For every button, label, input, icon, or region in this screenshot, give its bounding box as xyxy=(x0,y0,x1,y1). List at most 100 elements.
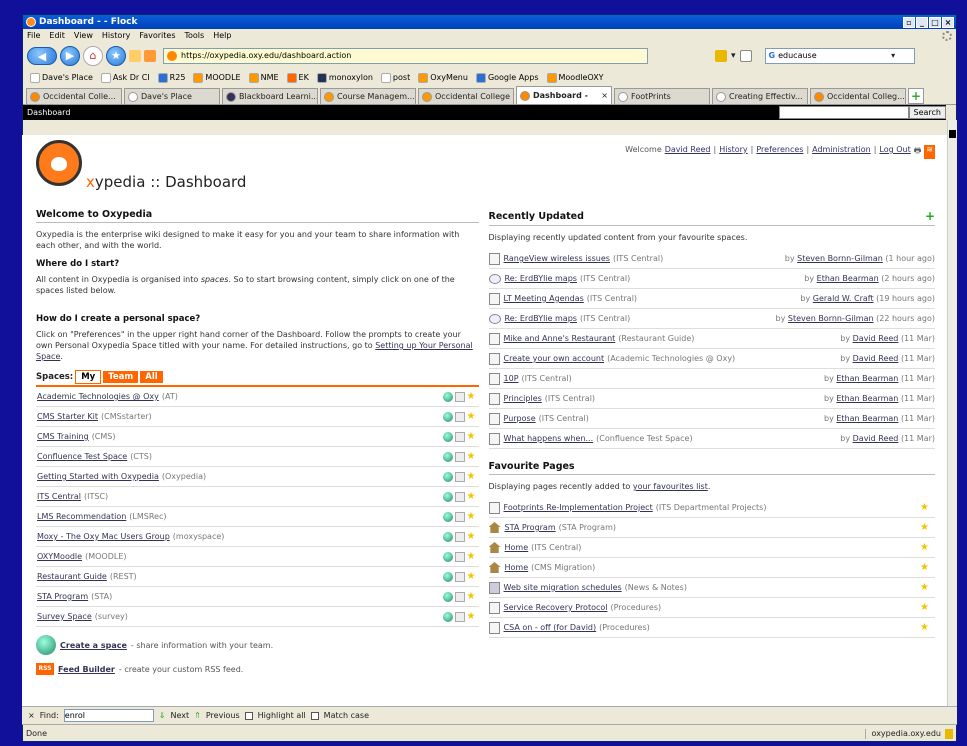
favourite-page-link[interactable]: Service Recovery Protocol xyxy=(504,603,608,612)
add-page-icon[interactable] xyxy=(454,491,465,502)
globe-icon[interactable] xyxy=(442,391,453,402)
bookmark-item[interactable]: monoxylon xyxy=(314,72,376,83)
menu-item-view[interactable]: View xyxy=(74,31,93,40)
recent-page-link[interactable]: RangeView wireless issues xyxy=(504,254,610,263)
people-button[interactable]: ★ xyxy=(106,45,126,66)
add-page-icon[interactable] xyxy=(454,531,465,542)
dropdown-icon[interactable]: ▾ xyxy=(731,51,736,61)
browser-tab[interactable]: Dashboard - × xyxy=(516,86,612,104)
star-icon[interactable]: ★ xyxy=(467,611,477,622)
globe-icon[interactable] xyxy=(442,611,453,622)
bookmark-item[interactable]: Dave's Place xyxy=(27,72,96,83)
add-page-icon[interactable] xyxy=(454,471,465,482)
add-icon[interactable]: + xyxy=(925,209,935,223)
find-previous-button[interactable]: Previous xyxy=(206,711,240,720)
globe-icon[interactable] xyxy=(442,431,453,442)
recent-page-link[interactable]: 10P xyxy=(504,374,519,383)
globe-icon[interactable] xyxy=(442,411,453,422)
tab-my[interactable]: My xyxy=(75,370,102,384)
bookmark-item[interactable]: Google Apps xyxy=(473,72,542,83)
author-link[interactable]: Steven Bornn-Gilman xyxy=(788,314,874,323)
add-page-icon[interactable] xyxy=(454,431,465,442)
bookmark-item[interactable]: OxyMenu xyxy=(415,72,471,83)
user-link[interactable]: David Reed xyxy=(665,145,711,159)
star-icon[interactable]: ★ xyxy=(467,531,477,542)
space-link[interactable]: Restaurant Guide xyxy=(37,572,107,581)
feed-icon[interactable] xyxy=(144,49,156,62)
forward-button[interactable]: ▶ xyxy=(60,45,80,66)
favourite-page-link[interactable]: Home xyxy=(505,543,529,552)
globe-icon[interactable] xyxy=(442,451,453,462)
star-icon[interactable]: ★ xyxy=(920,542,929,553)
recent-page-link[interactable]: Purpose xyxy=(504,414,536,423)
menu-item-help[interactable]: Help xyxy=(213,31,231,40)
url-input[interactable] xyxy=(181,51,601,60)
browser-tab[interactable]: Occidental College xyxy=(418,88,514,104)
recent-page-link[interactable]: What happens when... xyxy=(504,434,594,443)
menu-item-edit[interactable]: Edit xyxy=(49,31,65,40)
favourite-page-link[interactable]: Footprints Re-Implementation Project xyxy=(504,503,653,512)
recent-page-link[interactable]: LT Meeting Agendas xyxy=(504,294,584,303)
restore-icon[interactable]: ▫ xyxy=(903,16,915,28)
home-button[interactable]: ⌂ xyxy=(83,45,103,66)
globe-icon[interactable] xyxy=(442,551,453,562)
star-page-icon[interactable] xyxy=(739,49,752,62)
menu-item-history[interactable]: History xyxy=(102,31,130,40)
bookmark-item[interactable]: EK xyxy=(284,72,312,83)
star-icon[interactable]: ★ xyxy=(467,411,477,422)
author-link[interactable]: David Reed xyxy=(853,434,899,443)
space-link[interactable]: Academic Technologies @ Oxy xyxy=(37,392,159,401)
bookmark-item[interactable]: Ask Dr CI xyxy=(98,72,153,83)
tab-close-icon[interactable]: × xyxy=(601,91,608,100)
favourite-page-link[interactable]: Web site migration schedules xyxy=(504,583,622,592)
space-link[interactable]: Getting Started with Oxypedia xyxy=(37,472,159,481)
browser-tab[interactable]: Occidental Colleg... xyxy=(810,88,906,104)
find-input[interactable] xyxy=(63,709,154,722)
space-link[interactable]: OXYMoodle xyxy=(37,552,82,561)
bookmark-item[interactable]: MoodleOXY xyxy=(544,72,607,83)
web-search[interactable]: G ▾ xyxy=(764,47,915,64)
star-icon[interactable]: ★ xyxy=(920,502,929,513)
bookmark-item[interactable]: NME xyxy=(246,72,282,83)
space-link[interactable]: ITS Central xyxy=(37,492,81,501)
star-icon[interactable]: ★ xyxy=(920,562,929,573)
star-icon[interactable]: ★ xyxy=(467,551,477,562)
favourite-page-link[interactable]: STA Program xyxy=(505,523,556,532)
close-button[interactable]: × xyxy=(942,16,954,28)
author-link[interactable]: Ethan Bearman xyxy=(817,274,879,283)
logout-link[interactable]: Log Out xyxy=(879,145,910,159)
star-icon[interactable]: ★ xyxy=(467,591,477,602)
new-tab-button[interactable]: + xyxy=(908,88,924,104)
space-link[interactable]: STA Program xyxy=(37,592,88,601)
add-page-icon[interactable] xyxy=(454,511,465,522)
globe-icon[interactable] xyxy=(442,591,453,602)
star-icon[interactable]: ★ xyxy=(467,571,477,582)
star-icon[interactable]: ★ xyxy=(467,511,477,522)
add-page-icon[interactable] xyxy=(454,411,465,422)
favourites-list-link[interactable]: your favourites list xyxy=(633,482,708,491)
recent-page-link[interactable]: Principles xyxy=(504,394,542,403)
add-page-icon[interactable] xyxy=(454,551,465,562)
print-icon[interactable]: 🖶 xyxy=(914,145,922,159)
globe-icon[interactable] xyxy=(442,511,453,522)
space-link[interactable]: Moxy - The Oxy Mac Users Group xyxy=(37,532,170,541)
space-link[interactable]: CMS Starter Kit xyxy=(37,412,98,421)
bookmark-item[interactable]: R25 xyxy=(155,72,189,83)
star-icon[interactable]: ★ xyxy=(467,451,477,462)
chevron-down-icon[interactable]: ▾ xyxy=(891,51,895,60)
globe-icon[interactable] xyxy=(442,571,453,582)
author-link[interactable]: Ethan Bearman xyxy=(836,414,898,423)
browser-tab[interactable]: FootPrints xyxy=(614,88,710,104)
wiki-search-input[interactable] xyxy=(778,106,909,119)
menu-item-favorites[interactable]: Favorites xyxy=(139,31,175,40)
rss-icon[interactable]: ≋ xyxy=(924,145,935,159)
author-link[interactable]: Ethan Bearman xyxy=(836,394,898,403)
tab-team[interactable]: Team xyxy=(103,371,139,383)
recent-page-link[interactable]: Re: ErdBYlie maps xyxy=(505,314,577,323)
recent-page-link[interactable]: Create your own account xyxy=(504,354,605,363)
bookmark-item[interactable]: MOODLE xyxy=(190,72,243,83)
tab-all[interactable]: All xyxy=(140,371,163,383)
star-icon[interactable]: ★ xyxy=(467,431,477,442)
star-icon[interactable]: ★ xyxy=(467,491,477,502)
preferences-link[interactable]: Preferences xyxy=(756,145,803,159)
